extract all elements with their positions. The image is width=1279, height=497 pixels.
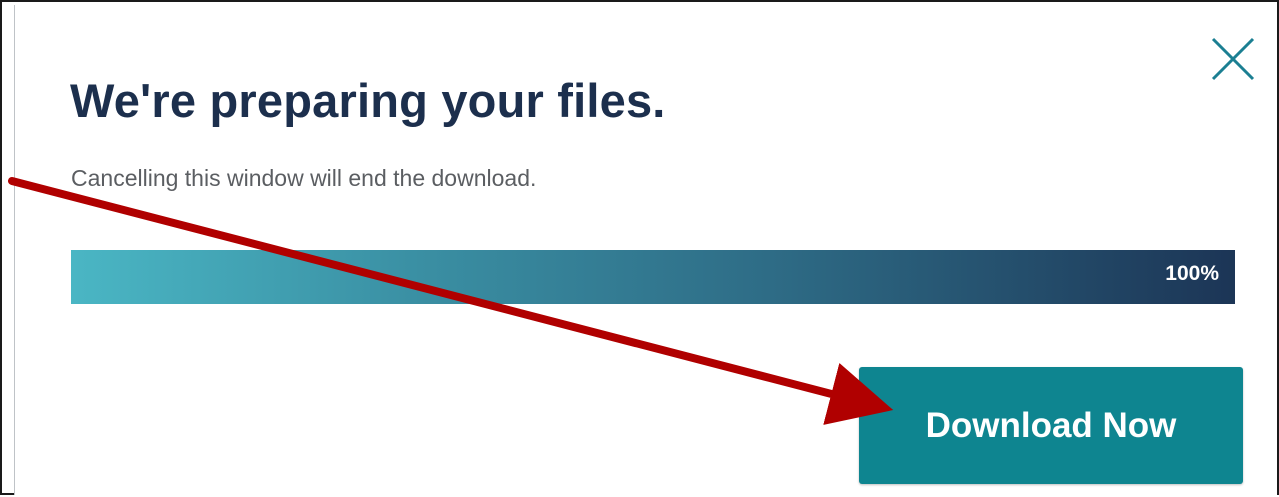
progress-bar: 100% [71, 250, 1235, 304]
download-now-button[interactable]: Download Now [859, 367, 1243, 484]
dialog-subtitle: Cancelling this window will end the down… [71, 165, 537, 191]
close-icon [1211, 37, 1255, 81]
screenshot-frame: We're preparing your files. Cancelling t… [0, 0, 1279, 495]
progress-percent-label: 100% [1165, 262, 1219, 285]
dialog-title: We're preparing your files. [70, 74, 666, 127]
download-dialog: We're preparing your files. Cancelling t… [14, 5, 1277, 495]
progress-fill [71, 250, 1235, 304]
close-button[interactable] [1207, 33, 1259, 85]
